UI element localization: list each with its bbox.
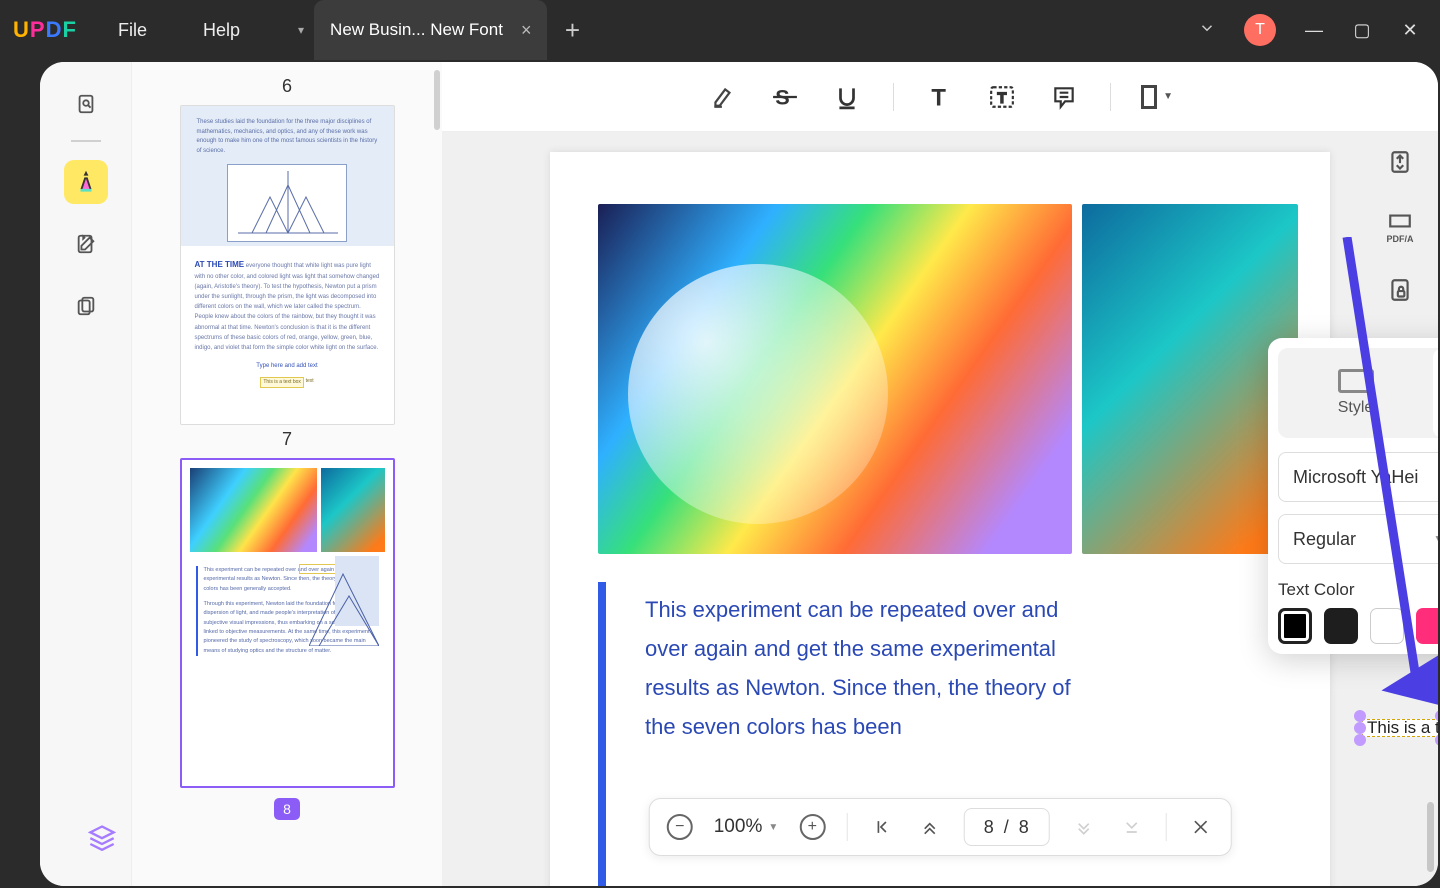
thumb-label-7: 7 — [177, 429, 397, 450]
font-family-select[interactable]: Microsoft YaHei▼ — [1278, 452, 1438, 502]
user-avatar[interactable]: T — [1244, 14, 1276, 46]
next-page-button[interactable] — [1069, 813, 1097, 841]
document-canvas[interactable]: This experiment can be repeated over and… — [442, 132, 1438, 886]
text-tool-icon[interactable]: T — [924, 81, 956, 113]
toolbar-sep-1 — [893, 83, 894, 111]
prev-page-button[interactable] — [915, 813, 943, 841]
window-close[interactable]: ✕ — [1400, 20, 1420, 41]
style-rect-icon — [1338, 369, 1374, 393]
thumbnail-panel[interactable]: 6 These studies laid the foundation for … — [132, 62, 442, 886]
main-area: S T T ▼ — [442, 62, 1438, 886]
strikethrough-icon[interactable]: S — [769, 81, 801, 113]
sticky-note-icon[interactable] — [1048, 81, 1080, 113]
shape-tool-icon[interactable]: ▼ — [1141, 81, 1173, 113]
reader-view-button[interactable] — [64, 82, 108, 126]
zoom-level[interactable]: 100%▼ — [714, 816, 779, 838]
swatch-dark[interactable] — [1324, 608, 1358, 644]
swatch-white[interactable] — [1370, 608, 1404, 644]
titlebar: UPDF File Help ▾ New Busin... New Font ×… — [0, 0, 1440, 60]
style-tab[interactable]: Style — [1278, 348, 1433, 438]
textbox-tool-icon[interactable]: T — [986, 81, 1018, 113]
swatch-pink[interactable] — [1416, 608, 1438, 644]
underline-icon[interactable] — [831, 81, 863, 113]
resize-handle-s[interactable] — [1435, 734, 1438, 746]
resize-handle-nw[interactable] — [1354, 710, 1366, 722]
right-toolbar: PDF/A — [1372, 132, 1428, 372]
tab-close-icon[interactable]: × — [521, 20, 532, 41]
highlighter-icon[interactable] — [707, 81, 739, 113]
zoom-in-button[interactable]: + — [798, 813, 826, 841]
zoom-out-button[interactable]: − — [666, 813, 694, 841]
svg-text:T: T — [998, 89, 1007, 105]
prism-image-1 — [598, 204, 1072, 554]
resize-handle-sw[interactable] — [1354, 734, 1366, 746]
chevron-down-icon: ▼ — [1433, 532, 1438, 546]
last-page-button[interactable] — [1117, 813, 1145, 841]
square-icon — [1141, 85, 1157, 109]
app-logo: UPDF — [0, 17, 90, 43]
hero-images — [598, 204, 1298, 554]
textbox-content[interactable]: This is a text box — [1362, 719, 1438, 737]
close-nav-button[interactable] — [1186, 813, 1214, 841]
font-weight-select[interactable]: Regular▼ — [1278, 514, 1438, 564]
thumbnail-page-7[interactable]: This experiment can be repeated over and… — [180, 458, 395, 788]
new-tab-button[interactable]: + — [547, 15, 597, 46]
textbox-annotation[interactable]: This is a text box — [1354, 710, 1438, 746]
page-number-input[interactable] — [963, 808, 1049, 846]
current-page-badge: 8 — [274, 798, 300, 820]
quote-bar — [598, 582, 606, 886]
layers-button[interactable] — [88, 823, 116, 856]
text-properties-popup: Style Aa Font Microsoft YaHei▼ Regular▼ — [1268, 338, 1438, 654]
window-minimize[interactable]: — — [1304, 20, 1324, 41]
swatch-black-selected[interactable] — [1278, 608, 1312, 644]
edit-tool-button[interactable] — [64, 222, 108, 266]
window-gutter — [0, 60, 40, 888]
menu-help[interactable]: Help — [175, 20, 268, 41]
main-scrollbar[interactable] — [1427, 802, 1434, 872]
convert-button[interactable] — [1382, 144, 1418, 180]
thumbnail-scrollbar[interactable] — [434, 70, 440, 130]
prism-image-2 — [1082, 204, 1298, 554]
first-page-button[interactable] — [867, 813, 895, 841]
tab-title: New Busin... New Font — [330, 20, 503, 40]
tab-bar: ▾ New Busin... New Font × + — [288, 0, 597, 60]
pdfa-button[interactable]: PDF/A — [1382, 208, 1418, 244]
menu-file[interactable]: File — [90, 20, 175, 41]
toolbar-sep-2 — [1110, 83, 1111, 111]
page-navigation-bar: − 100%▼ + — [649, 798, 1232, 856]
text-color-label: Text Color — [1278, 580, 1438, 600]
annotation-toolbar: S T T ▼ — [442, 62, 1438, 132]
body-text: This experiment can be repeated over and… — [645, 590, 1075, 746]
protect-button[interactable] — [1382, 272, 1418, 308]
page-view: This experiment can be repeated over and… — [550, 152, 1330, 886]
left-toolbar — [40, 62, 132, 886]
resize-handle-w[interactable] — [1354, 722, 1366, 734]
thumbnail-page-6[interactable]: These studies laid the foundation for th… — [180, 105, 395, 425]
svg-text:T: T — [931, 84, 946, 109]
thumb-label-6: 6 — [177, 76, 397, 97]
document-tab[interactable]: New Busin... New Font × — [314, 0, 547, 60]
font-tab[interactable]: Aa Font — [1433, 348, 1438, 438]
organize-pages-button[interactable] — [64, 284, 108, 328]
toolbar-separator — [71, 140, 101, 142]
comment-tool-button[interactable] — [64, 160, 108, 204]
chevron-down-icon[interactable] — [1198, 19, 1216, 42]
window-maximize[interactable]: ▢ — [1352, 20, 1372, 41]
chevron-down-icon: ▼ — [1163, 91, 1173, 102]
tab-list-dropdown[interactable]: ▾ — [288, 0, 314, 60]
color-swatches — [1278, 608, 1438, 644]
